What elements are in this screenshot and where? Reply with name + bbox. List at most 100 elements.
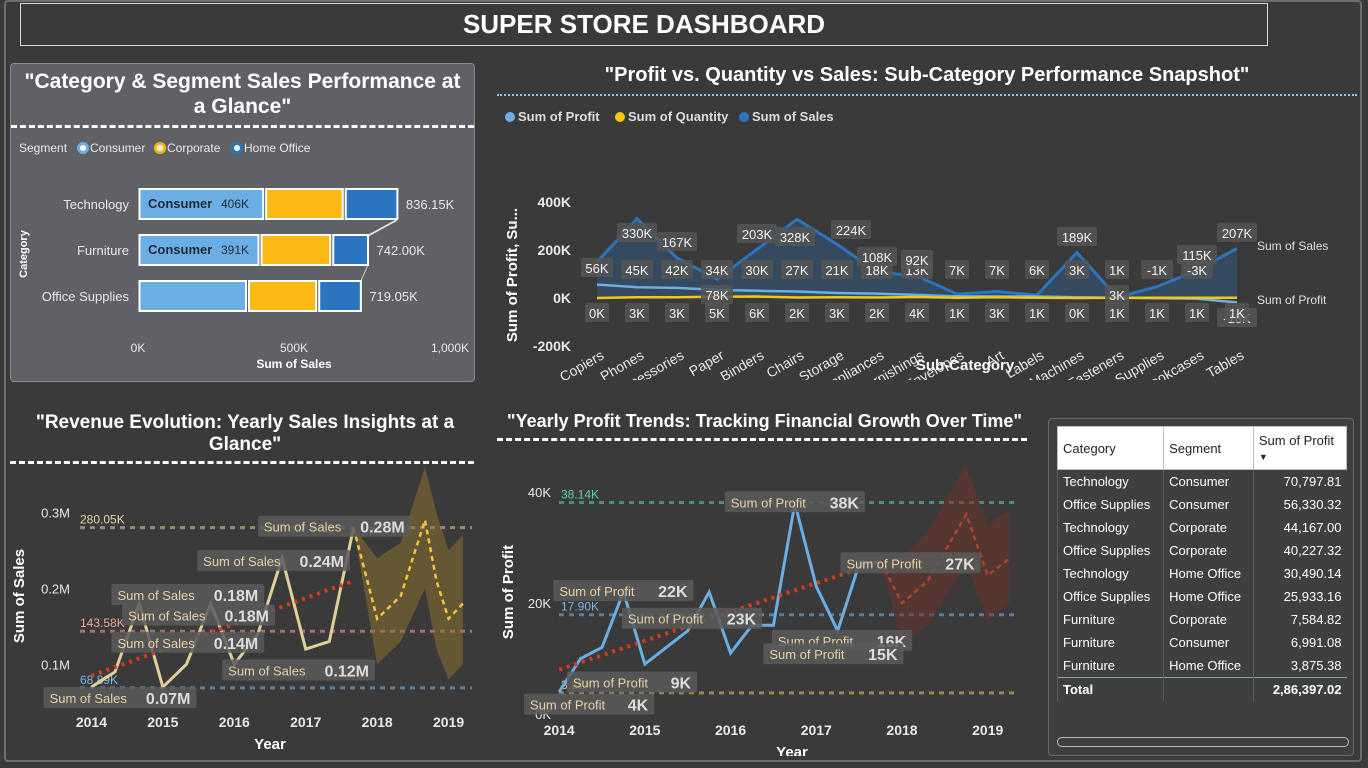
bar-0-2 <box>344 188 399 220</box>
forecast-band <box>353 467 463 680</box>
annotation-value-1: 0.24M <box>300 554 344 571</box>
table-row[interactable]: Office Supplies Consumer 56,330.32 <box>1056 493 1347 516</box>
profit-panel: "Yearly Profit Trends: Tracking Financia… <box>497 408 1042 756</box>
data-label-seg-0: Consumer <box>148 196 212 211</box>
x-tick-4: 2018 <box>886 722 917 738</box>
x-tick-5: 2019 <box>433 714 464 730</box>
revenue-chart: 0.3M0.2M0.1MSum of Sales280.05K143.58K68… <box>11 467 472 753</box>
total-empty <box>1163 677 1254 701</box>
data-label-seg-1: Consumer <box>148 242 212 257</box>
x-tick-4: Binders <box>717 347 766 380</box>
quantity-label-15: 1K <box>1189 306 1205 321</box>
annotation-text-2: Sum of Sales <box>117 588 195 603</box>
profit-label-10: 7K <box>989 263 1005 278</box>
cell-category: Furniture <box>1056 608 1164 631</box>
cell-profit: 25,933.16 <box>1252 585 1347 608</box>
quantity-label-6: 3K <box>829 306 845 321</box>
legend-marker-2 <box>231 142 243 154</box>
table-row[interactable]: Office Supplies Corporate 40,227.32 <box>1056 539 1347 562</box>
reference-label-0: 280.05K <box>80 513 125 527</box>
sales-label-15: 115K <box>1182 248 1212 263</box>
table-row[interactable]: Office Supplies Home Office 25,933.16 <box>1056 585 1347 608</box>
legend-marker-0 <box>505 112 515 122</box>
header-segment[interactable]: Segment <box>1163 426 1254 470</box>
legend-label-1: Corporate <box>167 141 221 155</box>
y-axis-title: Category <box>18 229 30 278</box>
annotation-value-6: 9K <box>671 676 692 693</box>
revenue-title-divider <box>10 461 474 464</box>
annotation-text-0: Sum of Profit <box>731 495 807 510</box>
quantity-label-8: 4K <box>909 306 925 321</box>
quantity-label-5: 2K <box>789 306 805 321</box>
profit-label-2: 42K <box>665 263 688 278</box>
reference-label-1: 143.58K <box>80 616 125 630</box>
profit-label-5: 27K <box>785 263 808 278</box>
profit-label-11: 6K <box>1029 263 1045 278</box>
cell-segment: Corporate <box>1163 539 1254 562</box>
x-tick-0: 0K <box>131 341 146 355</box>
table-scrollbar[interactable] <box>1057 737 1349 747</box>
x-tick-1: 2015 <box>629 722 660 738</box>
annotation-text-4: Sum of Sales <box>117 636 195 651</box>
annotation-text-0: Sum of Sales <box>264 520 342 535</box>
table-row[interactable]: Furniture Corporate 7,584.82 <box>1056 608 1347 631</box>
legend-marker-2 <box>739 112 749 122</box>
data-label-val-0: 406K <box>221 197 249 211</box>
x-axis-title: Sub-Category <box>916 357 1015 374</box>
annotation-value-6: 0.07M <box>146 691 190 708</box>
sales-label-5: 328K <box>780 230 811 245</box>
cell-segment: Home Office <box>1163 585 1254 608</box>
category-label-1: Furniture <box>77 243 129 258</box>
cell-segment: Corporate <box>1163 608 1254 631</box>
x-tick-1: 500K <box>280 341 308 355</box>
annotation-text-3: Sum of Sales <box>128 608 206 623</box>
legend-title: Segment <box>19 141 68 155</box>
cell-profit: 7,584.82 <box>1252 608 1347 631</box>
sales-label-8: 92K <box>905 253 928 268</box>
profit-label-3: 34K <box>705 263 728 278</box>
annotation-value-1: 27K <box>945 556 975 573</box>
annotation-value-4: 0.14M <box>214 636 258 653</box>
header-category[interactable]: Category <box>1056 426 1165 470</box>
profit-table: Category Segment Sum of Profit ▼ Technolo… <box>1056 426 1348 701</box>
bar-1-2 <box>332 234 370 266</box>
quantity-label-3: 5K <box>709 306 725 321</box>
header-sum-of-profit[interactable]: Sum of Profit ▼ <box>1252 426 1348 470</box>
sales-label-16: 207K <box>1222 226 1253 241</box>
legend-marker-1 <box>154 142 166 154</box>
reference-label-0: 38.14K <box>561 487 599 501</box>
table-row[interactable]: Technology Consumer 70,797.81 <box>1056 469 1347 493</box>
sales-label-12: 189K <box>1062 230 1093 245</box>
profit-label-4: 30K <box>745 263 768 278</box>
cell-profit: 3,875.38 <box>1252 654 1347 678</box>
annotation-value-3: 23K <box>727 612 757 629</box>
y-tick-1: 20K <box>528 596 551 611</box>
table-row[interactable]: Furniture Consumer 6,991.08 <box>1056 631 1347 654</box>
table-row[interactable]: Furniture Home Office 3,875.38 <box>1056 654 1347 678</box>
annotation-value-0: 38K <box>830 495 860 512</box>
x-tick-2: 2016 <box>219 714 250 730</box>
cell-segment: Corporate <box>1163 516 1254 539</box>
y-tick-0: 40K <box>528 485 551 500</box>
table-row[interactable]: Technology Home Office 30,490.14 <box>1056 562 1347 585</box>
quantity-label-7: 2K <box>869 306 885 321</box>
segment-title-divider <box>11 125 474 128</box>
sales-label-1: 330K <box>622 226 653 241</box>
cell-category: Furniture <box>1056 654 1164 678</box>
x-tick-0: 2014 <box>76 714 107 730</box>
quantity-label-2: 3K <box>669 306 685 321</box>
sales-label-2: 167K <box>662 235 693 250</box>
subcategory-panel: "Profit vs. Quantity vs Sales: Sub-Categ… <box>497 60 1357 380</box>
table-row[interactable]: Technology Corporate 44,167.00 <box>1056 516 1347 539</box>
x-axis-title: Sum of Sales <box>256 357 332 371</box>
quantity-label-4: 6K <box>749 306 765 321</box>
x-tick-2: 2016 <box>715 722 746 738</box>
bar-total-1: 742.00K <box>377 243 426 258</box>
y-tick-1: 0.2M <box>41 581 70 596</box>
annotation-value-2: 22K <box>658 584 688 601</box>
quantity-label-11: 1K <box>1029 306 1045 321</box>
cell-segment: Consumer <box>1163 469 1254 493</box>
bar-total-0: 836.15K <box>406 197 455 212</box>
quantity-label-13: 1K <box>1109 306 1125 321</box>
annotation-text-5: Sum of Profit <box>769 647 845 662</box>
